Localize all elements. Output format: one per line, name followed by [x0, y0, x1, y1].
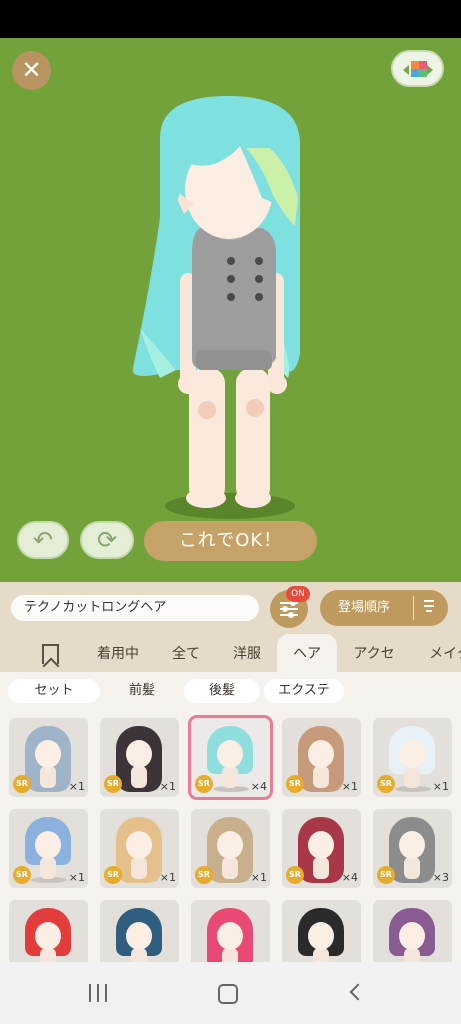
mannequin-face: [126, 831, 152, 859]
sort-divider: [413, 596, 414, 620]
item-filter-bar: テクノカットロングヘア ON 登場順序: [0, 582, 461, 634]
android-nav-bar: [0, 962, 461, 1024]
undo-icon: ↶: [32, 526, 54, 554]
recent-apps-icon[interactable]: [89, 984, 109, 1002]
mannequin-face: [217, 740, 243, 768]
rarity-badge: SR: [377, 775, 395, 793]
subcategory-tabs: セット 前髪 後髪 エクステ: [0, 672, 461, 708]
item-quantity: ×1: [432, 780, 449, 793]
sort-order-button[interactable]: 登場順序: [320, 590, 448, 626]
bookmark-icon[interactable]: [42, 644, 59, 664]
mannequin-face: [126, 922, 152, 950]
mannequin-body: [404, 948, 420, 962]
category-tabs: 着用中 全て 洋服 ヘア アクセ メイク: [0, 634, 461, 672]
rarity-badge: SR: [286, 775, 304, 793]
hair-item-card[interactable]: SR ×1: [9, 809, 88, 888]
back-icon[interactable]: [349, 983, 367, 1001]
subtab-set[interactable]: セット: [8, 679, 100, 703]
rarity-badge: SR: [13, 775, 31, 793]
mannequin-face: [35, 922, 61, 950]
mannequin-body: [131, 948, 147, 962]
hair-item-card[interactable]: SR ×3: [373, 809, 452, 888]
mannequin-body: [222, 857, 238, 879]
mannequin-face: [399, 831, 425, 859]
subtab-front-hair[interactable]: 前髪: [104, 679, 180, 703]
mannequin-body: [40, 948, 56, 962]
mannequin-body: [404, 766, 420, 788]
mannequin-face: [399, 922, 425, 950]
mannequin-body: [40, 857, 56, 879]
hair-item-card[interactable]: [100, 900, 179, 962]
mannequin-face: [308, 740, 334, 768]
item-quantity: ×1: [68, 871, 85, 884]
hair-item-card[interactable]: [373, 900, 452, 962]
tab-wearing[interactable]: 着用中: [88, 634, 148, 672]
mannequin-face: [217, 831, 243, 859]
item-quantity: ×4: [341, 871, 358, 884]
item-quantity: ×1: [68, 780, 85, 793]
item-quantity: ×1: [250, 871, 267, 884]
subtab-extension[interactable]: エクステ: [264, 679, 344, 703]
mannequin-face: [399, 740, 425, 768]
mannequin-body: [222, 948, 238, 962]
rarity-badge: SR: [377, 866, 395, 884]
hair-item-card[interactable]: SR ×1: [9, 718, 88, 797]
mannequin-body: [313, 857, 329, 879]
item-grid: SR ×1 SR ×1 SR ×4 SR ×1 SR ×1 SR ×1 SR ×1 SR ×1 SR ×4 SR ×3: [0, 708, 461, 962]
hair-item-card[interactable]: SR ×1: [373, 718, 452, 797]
hair-item-card[interactable]: SR ×1: [191, 809, 270, 888]
item-quantity: ×1: [159, 871, 176, 884]
selected-item-name: テクノカットロングヘア: [11, 595, 259, 621]
item-quantity: ×3: [432, 871, 449, 884]
rarity-badge: SR: [195, 866, 213, 884]
character-avatar: [132, 96, 300, 508]
tab-hair[interactable]: ヘア: [277, 634, 337, 672]
hair-item-card[interactable]: SR ×1: [282, 718, 361, 797]
item-quantity: ×1: [341, 780, 358, 793]
avatar-preview-stage: ✕ ↶ ⟳ これでOK！: [0, 38, 461, 582]
rarity-badge: SR: [13, 866, 31, 884]
filter-on-badge: ON: [286, 586, 310, 602]
hair-item-card[interactable]: SR ×4: [282, 809, 361, 888]
rarity-badge: SR: [195, 775, 213, 793]
mannequin-body: [131, 766, 147, 788]
mannequin-face: [308, 831, 334, 859]
mannequin-face: [217, 922, 243, 950]
mannequin-face: [35, 831, 61, 859]
hair-item-card[interactable]: SR ×1: [100, 809, 179, 888]
item-quantity: ×4: [250, 780, 267, 793]
rarity-badge: SR: [286, 866, 304, 884]
subtab-back-hair[interactable]: 後髪: [184, 679, 260, 703]
sort-order-icon[interactable]: [424, 600, 436, 616]
mannequin-face: [308, 922, 334, 950]
rarity-badge: SR: [104, 866, 122, 884]
rotate-icon: ⟳: [96, 526, 118, 554]
hair-item-card[interactable]: [9, 900, 88, 962]
rotate-button[interactable]: ⟳: [80, 521, 134, 559]
rarity-badge: SR: [104, 775, 122, 793]
mannequin-body: [222, 766, 238, 788]
hair-item-card[interactable]: [191, 900, 270, 962]
mannequin-body: [313, 948, 329, 962]
hair-item-card[interactable]: SR ×1: [100, 718, 179, 797]
mannequin-body: [404, 857, 420, 879]
tab-all[interactable]: 全て: [160, 634, 212, 672]
sort-label: 登場順序: [338, 600, 391, 615]
tab-makeup[interactable]: メイク: [420, 634, 461, 672]
mannequin-body: [131, 857, 147, 879]
hair-item-card[interactable]: [282, 900, 361, 962]
undo-button[interactable]: ↶: [17, 521, 69, 559]
mannequin-body: [313, 766, 329, 788]
mannequin-face: [35, 740, 61, 768]
status-bar: [0, 0, 461, 38]
confirm-ok-button[interactable]: これでOK！: [144, 521, 317, 561]
home-icon[interactable]: [218, 984, 238, 1004]
mannequin-body: [40, 766, 56, 788]
hair-item-card[interactable]: SR ×4: [191, 718, 270, 797]
mannequin-face: [126, 740, 152, 768]
tab-accessory[interactable]: アクセ: [344, 634, 404, 672]
tab-clothes[interactable]: 洋服: [222, 634, 272, 672]
item-quantity: ×1: [159, 780, 176, 793]
